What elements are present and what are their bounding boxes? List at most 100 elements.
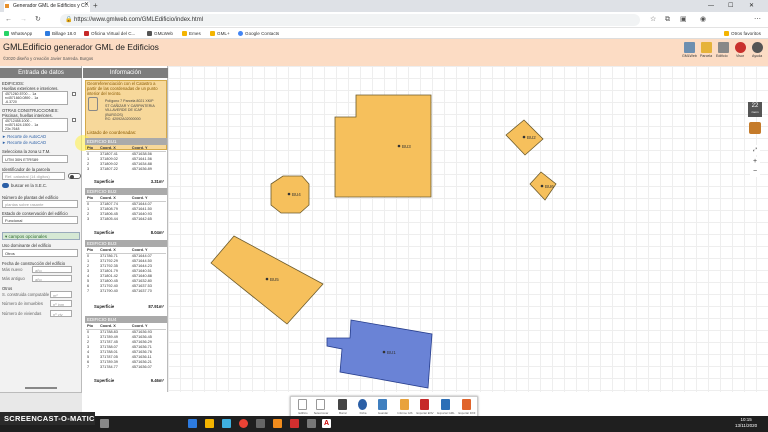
bu5-point bbox=[265, 277, 269, 281]
ficha-tool-button[interactable] bbox=[358, 399, 367, 410]
tool-label: Informe GIS bbox=[397, 411, 413, 415]
taskbar-app-icon[interactable] bbox=[307, 419, 316, 428]
building-bu1[interactable] bbox=[326, 319, 433, 389]
plantas-input[interactable]: plantas sobre rasante bbox=[2, 200, 78, 208]
bookmark-gmlplus[interactable]: GML+ bbox=[210, 28, 230, 39]
bu1-label: BU1 bbox=[387, 350, 396, 355]
lock-icon[interactable]: 🔒 bbox=[65, 14, 72, 26]
collections-icon[interactable]: ⧉ bbox=[665, 12, 670, 28]
mas-antiguo-label: Más antiguo bbox=[2, 276, 25, 281]
edificios-checkbox[interactable] bbox=[72, 92, 76, 96]
file-explorer-icon[interactable] bbox=[205, 419, 214, 428]
estado-select[interactable]: Funcional bbox=[2, 216, 78, 224]
window-minimize-icon[interactable]: — bbox=[708, 0, 714, 12]
bu4-superficie: Superficie 9.46m² bbox=[94, 378, 164, 383]
parcela-input[interactable]: Ref. catastral (14 dígitos) bbox=[2, 172, 65, 180]
campos-opcionales-toggle[interactable]: ▾ campos opcionales bbox=[2, 232, 80, 240]
window-maximize-icon[interactable]: ☐ bbox=[728, 0, 733, 12]
zona-select[interactable]: UTM 30N ETRS89 bbox=[2, 155, 68, 163]
bookmark-emes[interactable]: Emes bbox=[182, 28, 201, 39]
building-bu3[interactable] bbox=[334, 94, 432, 198]
bookmark-gmlweb[interactable]: GMLWeb bbox=[147, 28, 173, 39]
uso-select[interactable]: Otros bbox=[2, 249, 78, 257]
edificios-textarea[interactable]: 4571260.5700 ... 1a rx4571660.0890 .. 1a… bbox=[2, 91, 68, 105]
mas-nuevo-input[interactable]: año bbox=[32, 266, 72, 273]
tool-label: Visor bbox=[736, 54, 745, 58]
tool-label: GMLWeb bbox=[682, 54, 697, 58]
back-icon[interactable]: ← bbox=[5, 12, 12, 28]
screencast-watermark: SCREENCAST-O-MATIC bbox=[0, 412, 95, 425]
fullscreen-icon[interactable]: ⤢ bbox=[750, 145, 760, 155]
search-icon[interactable] bbox=[100, 419, 109, 428]
zoom-in-button[interactable]: + bbox=[750, 157, 760, 167]
seleccionar-tool-button[interactable] bbox=[316, 399, 325, 410]
visor-tool-icon[interactable] bbox=[735, 42, 746, 53]
bu6-point bbox=[540, 184, 544, 188]
taskbar-app-icon[interactable] bbox=[290, 419, 299, 428]
table-row: 3 371807.22 4571636.89 bbox=[87, 167, 152, 171]
parcela-tool-icon[interactable] bbox=[701, 42, 712, 53]
edificio-tool-button[interactable] bbox=[298, 399, 307, 410]
recorte-autocad-link-1[interactable]: ► Recorte de AutoCAD bbox=[2, 134, 46, 139]
taskbar-app-icon[interactable] bbox=[188, 419, 197, 428]
bookmark-other[interactable]: Otros favoritos bbox=[724, 28, 761, 39]
profile-icon[interactable]: ◉ bbox=[700, 12, 706, 28]
table-row: 7 371790.40 4571637.70 bbox=[87, 289, 152, 293]
bookmark-google-contacts[interactable]: Google Contacts bbox=[238, 28, 279, 39]
tab-close-icon[interactable]: ✕ bbox=[84, 0, 89, 11]
informe-gis-tool-button[interactable] bbox=[420, 399, 429, 410]
parcela-toggle[interactable] bbox=[68, 173, 81, 179]
bu5-label: BU5 bbox=[270, 277, 279, 282]
zoom-out-button[interactable]: − bbox=[750, 167, 760, 177]
bookmark-billage[interactable]: Billage 18.0 bbox=[45, 28, 76, 39]
edificio-bu3-table: Pto Coord. X Coord. Y 0 371786.71 4571644.07… bbox=[86, 248, 166, 294]
folder-icon bbox=[182, 31, 187, 36]
mas-antiguo-input[interactable]: año bbox=[32, 275, 72, 282]
gmlweb-tool-icon[interactable] bbox=[684, 42, 695, 53]
left-panel-header: Entrada de datos bbox=[0, 68, 82, 78]
url-text: https://www.gmlweb.com/GMLEdificio/index… bbox=[74, 17, 204, 23]
coordenadas-tool-button[interactable] bbox=[400, 399, 409, 410]
tool-label: Seleccionar bbox=[313, 411, 329, 415]
s-construida-input[interactable]: m² bbox=[50, 291, 72, 298]
map-shapes[interactable]: BU3 BU2 BU6 BU4 BU5 BU1 bbox=[168, 66, 768, 392]
exportar-gml-tool-button[interactable] bbox=[462, 399, 471, 410]
cloud-icon[interactable] bbox=[2, 183, 9, 188]
bu4-point bbox=[287, 192, 291, 196]
menu-icon[interactable]: ⋯ bbox=[754, 12, 761, 28]
chrome-icon[interactable] bbox=[239, 419, 248, 428]
left-scrollbar[interactable] bbox=[25, 387, 57, 389]
forward-icon[interactable]: → bbox=[20, 12, 27, 28]
taskbar-app-icon[interactable] bbox=[273, 419, 282, 428]
recorte-autocad-link-2[interactable]: ► Recorte de AutoCAD bbox=[2, 140, 46, 145]
bookmark-whatsapp[interactable]: WhatsApp bbox=[4, 28, 32, 39]
favorite-star-icon[interactable]: ☆ bbox=[650, 12, 656, 28]
browser-tab[interactable]: Generador GML de Edificios y C... bbox=[4, 1, 90, 12]
new-tab-icon[interactable]: + bbox=[93, 0, 98, 12]
inmuebles-input[interactable]: nº inm bbox=[50, 300, 72, 307]
reload-icon[interactable]: ↻ bbox=[35, 12, 41, 28]
guardar-tool-button[interactable] bbox=[378, 399, 387, 410]
ayuda-tool-icon[interactable] bbox=[752, 42, 763, 53]
window-close-icon[interactable]: ✕ bbox=[749, 0, 754, 12]
exportar-env-tool-button[interactable] bbox=[441, 399, 450, 410]
tool-label: Edificio bbox=[716, 54, 728, 58]
taskbar-app-icon[interactable] bbox=[256, 419, 265, 428]
otras-textarea[interactable]: 45712458.1000 .. rx4571624.1500 .. 1a 23… bbox=[2, 118, 68, 132]
buscar-sec-link[interactable]: buscar en la S.E.C. bbox=[11, 183, 47, 188]
acrobat-icon[interactable]: A bbox=[322, 419, 331, 428]
bu3-label: BU3 bbox=[402, 144, 411, 149]
extension-icon[interactable]: ▣ bbox=[680, 12, 687, 28]
otras-checkbox[interactable] bbox=[72, 118, 76, 122]
coord-list-label: Listado de coordenadas: bbox=[87, 130, 137, 135]
bu3-superficie: Superficie 87.91m² bbox=[94, 304, 164, 309]
layers-icon[interactable] bbox=[749, 122, 761, 134]
edge-icon[interactable] bbox=[222, 419, 231, 428]
edificio-tool-icon[interactable] bbox=[718, 42, 729, 53]
borrar-tool-button[interactable] bbox=[338, 399, 347, 410]
url-input[interactable]: https://www.gmlweb.com/GMLEdificio/index… bbox=[60, 14, 640, 26]
app-title: GMLEdificio generador GML de Edificios bbox=[3, 42, 159, 52]
bookmark-oficina[interactable]: Oficina Virtual del C... bbox=[84, 28, 135, 39]
viviendas-input[interactable]: nº viv bbox=[50, 310, 72, 317]
system-clock[interactable]: 10:15 13/11/2020 bbox=[735, 417, 757, 429]
